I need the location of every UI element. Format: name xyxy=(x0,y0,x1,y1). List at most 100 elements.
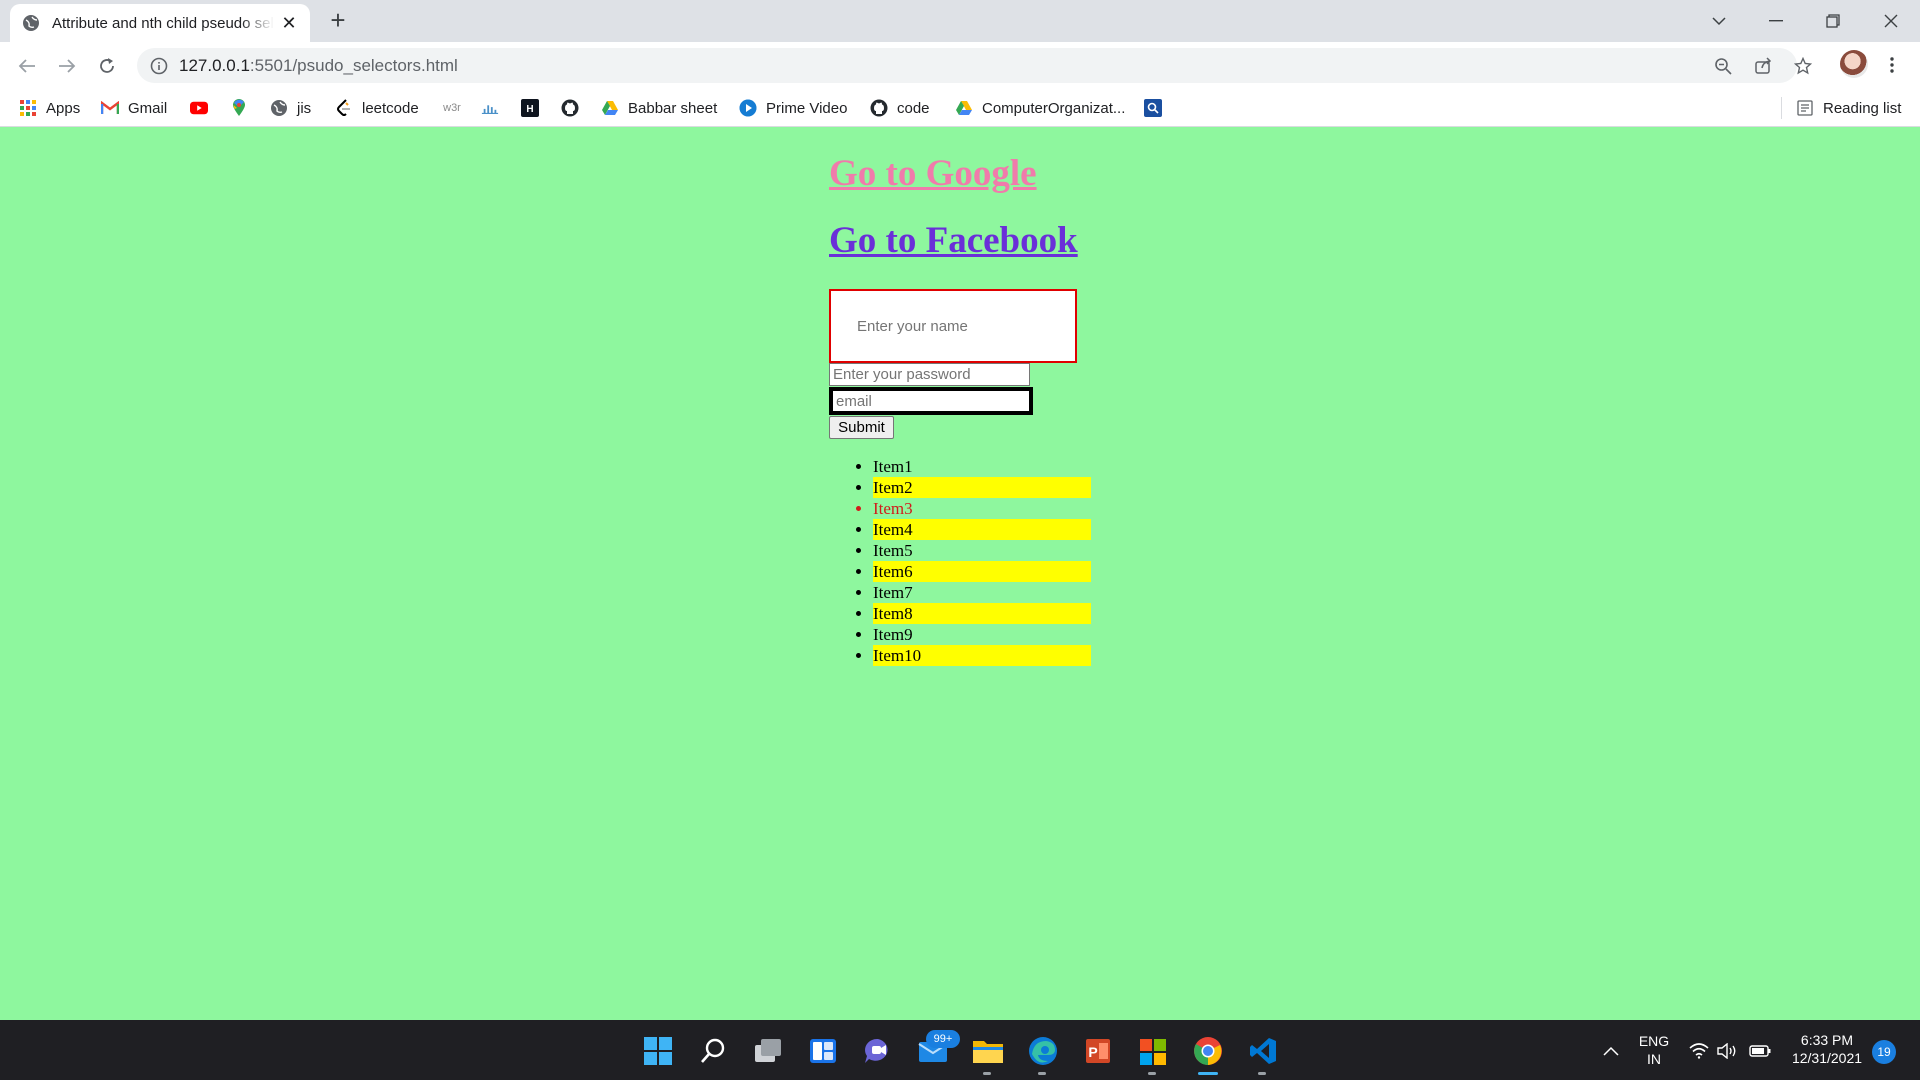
new-tab-button[interactable]: + xyxy=(325,7,351,34)
bookmark-search[interactable] xyxy=(1144,97,1171,119)
language-indicator[interactable]: ENG IN xyxy=(1632,1032,1676,1068)
powerpoint-icon[interactable]: P xyxy=(1081,1034,1115,1068)
globe-icon xyxy=(270,99,288,117)
bookmark-label: Gmail xyxy=(128,99,168,117)
search-icon[interactable] xyxy=(696,1034,730,1068)
chrome-icon[interactable] xyxy=(1191,1034,1225,1068)
windows-start-icon[interactable] xyxy=(641,1034,675,1068)
email-input[interactable] xyxy=(829,387,1033,415)
bookmark-leetcode[interactable]: leetcode xyxy=(335,97,419,119)
widgets-icon[interactable] xyxy=(806,1034,840,1068)
bookmark-babbar-sheet[interactable]: Babbar sheet xyxy=(601,97,717,119)
bookmark-github[interactable] xyxy=(561,97,588,119)
github-icon xyxy=(561,99,579,117)
svg-text:H: H xyxy=(526,104,533,115)
submit-button[interactable]: Submit xyxy=(829,416,894,439)
bookmark-label: ComputerOrganizat... xyxy=(982,99,1126,117)
battery-icon[interactable] xyxy=(1743,1034,1777,1068)
forward-arrow-icon[interactable] xyxy=(52,51,82,81)
bookmark-label: Babbar sheet xyxy=(628,99,718,117)
password-input[interactable] xyxy=(829,363,1030,386)
chart-icon xyxy=(481,99,499,117)
region-code: IN xyxy=(1647,1051,1661,1067)
browser-toolbar: 127.0.0.1:5501/psudo_selectors.html xyxy=(0,42,1920,89)
github-icon xyxy=(870,99,888,117)
bookmark-star-icon[interactable] xyxy=(1792,55,1814,77)
list-item: Item10 xyxy=(873,645,1091,666)
reading-list-button[interactable]: Reading list xyxy=(1781,97,1901,119)
browser-tab[interactable]: Attribute and nth child pseudo selectors… xyxy=(10,4,310,42)
list-item: Item1 xyxy=(873,456,1091,477)
taskbar: 99+ P ENG IN 6:33 PM 12/31/2021 19 xyxy=(0,1020,1920,1080)
bookmark-chart[interactable] xyxy=(481,97,508,119)
bookmark-hackerrank[interactable]: H xyxy=(521,97,548,119)
volume-icon[interactable] xyxy=(1711,1034,1745,1068)
app-running-indicator xyxy=(1258,1072,1266,1075)
list-item: Item6 xyxy=(873,561,1091,582)
globe-icon xyxy=(23,15,39,31)
bookmark-label: Apps xyxy=(46,99,81,117)
youtube-icon xyxy=(190,99,208,117)
app-running-indicator xyxy=(983,1072,991,1075)
minimize-button[interactable] xyxy=(1761,6,1791,36)
bookmark-computer-organization[interactable]: ComputerOrganizat... xyxy=(955,97,1125,119)
reading-list-label: Reading list xyxy=(1823,99,1902,117)
chevron-up-icon[interactable] xyxy=(1594,1034,1628,1068)
restore-button[interactable] xyxy=(1818,6,1848,36)
apps-grid-icon xyxy=(19,99,37,117)
bookmark-apps[interactable]: Apps xyxy=(19,97,80,119)
list-item: Item4 xyxy=(873,519,1091,540)
gmail-icon xyxy=(101,99,119,117)
tab-search-chevron-icon[interactable] xyxy=(1704,6,1734,36)
tab-close-icon[interactable]: ✕ xyxy=(280,13,298,33)
list-item: Item2 xyxy=(873,477,1091,498)
store-icon[interactable] xyxy=(1136,1034,1170,1068)
list-item: Item9 xyxy=(873,624,1091,645)
bookmark-w3schools[interactable]: w3r xyxy=(440,97,473,119)
list-item: Item5 xyxy=(873,540,1091,561)
bookmark-label: leetcode xyxy=(362,99,419,117)
bookmark-jis[interactable]: jis xyxy=(270,97,311,119)
tab-title: Attribute and nth child pseudo selectors xyxy=(52,14,274,32)
bookmarks-bar: Apps Gmail jis leetcode w3r H Babbar she… xyxy=(0,89,1920,127)
edge-browser-icon[interactable] xyxy=(1026,1034,1060,1068)
bookmark-maps[interactable] xyxy=(230,97,257,119)
reload-icon[interactable] xyxy=(92,51,122,81)
bookmark-label: code xyxy=(897,99,930,117)
language-code: ENG xyxy=(1638,1033,1670,1049)
bookmark-gmail[interactable]: Gmail xyxy=(101,97,167,119)
clock-date: 12/31/2021 xyxy=(1791,1050,1863,1066)
list-item: Item3 xyxy=(873,498,1091,519)
task-view-icon[interactable] xyxy=(751,1034,785,1068)
name-input[interactable] xyxy=(829,289,1077,363)
notification-count-badge[interactable]: 19 xyxy=(1872,1040,1896,1064)
url-path: :5501/psudo_selectors.html xyxy=(249,56,458,75)
share-icon[interactable] xyxy=(1752,55,1774,77)
back-arrow-icon[interactable] xyxy=(12,51,42,81)
bookmark-code[interactable]: code xyxy=(870,97,930,119)
address-bar[interactable]: 127.0.0.1:5501/psudo_selectors.html xyxy=(137,48,1812,83)
mail-badge: 99+ xyxy=(926,1030,960,1048)
vscode-icon[interactable] xyxy=(1246,1034,1280,1068)
teams-chat-icon[interactable] xyxy=(861,1034,895,1068)
drive-icon xyxy=(955,99,973,117)
list-item: Item7 xyxy=(873,582,1091,603)
site-info-icon[interactable] xyxy=(149,56,169,76)
facebook-link[interactable]: Go to Facebook xyxy=(829,219,1078,262)
page-viewport: Go to Google Go to Facebook Submit Item1… xyxy=(0,128,1920,1020)
bookmark-prime-video[interactable]: Prime Video xyxy=(739,97,847,119)
bookmark-youtube[interactable] xyxy=(190,97,217,119)
reading-list-icon xyxy=(1796,99,1814,117)
url-host: 127.0.0.1 xyxy=(179,56,250,75)
app-active-indicator xyxy=(1198,1072,1218,1075)
prime-video-icon xyxy=(739,99,757,117)
url-text: 127.0.0.1:5501/psudo_selectors.html xyxy=(179,56,458,76)
clock[interactable]: 6:33 PM 12/31/2021 xyxy=(1785,1031,1869,1067)
zoom-icon[interactable] xyxy=(1712,55,1734,77)
app-running-indicator xyxy=(1038,1072,1046,1075)
profile-avatar[interactable] xyxy=(1840,50,1868,78)
file-explorer-icon[interactable] xyxy=(971,1034,1005,1068)
google-link[interactable]: Go to Google xyxy=(829,152,1037,195)
close-window-button[interactable] xyxy=(1876,6,1906,36)
kebab-menu-icon[interactable] xyxy=(1880,52,1904,78)
